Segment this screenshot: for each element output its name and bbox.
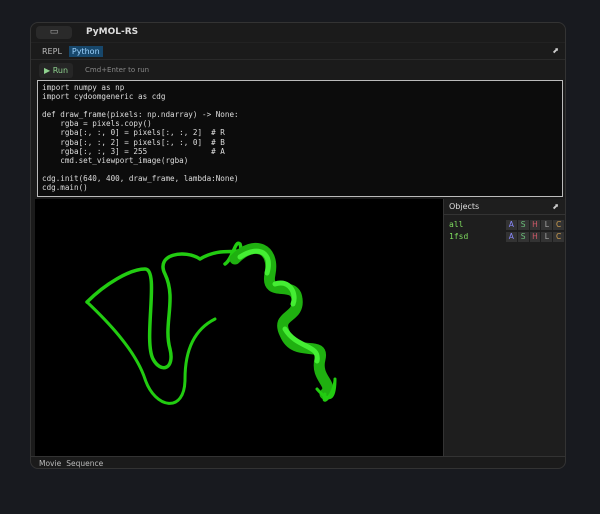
object-action-h-button[interactable]: H [529, 231, 541, 242]
movie-button[interactable]: Movie [39, 459, 61, 468]
run-row: ▶ Run Cmd+Enter to run [31, 60, 565, 80]
window-title: PyMOL-RS [86, 27, 139, 37]
code-line: import cydoomgeneric as cdg [42, 92, 166, 102]
objects-panel: Objects ⬈ all A S H L C 1fsd A S H L C [443, 199, 565, 456]
object-action-h-button[interactable]: H [529, 219, 541, 230]
code-line: rgba[:, :, 2] = pixels[:, :, 0] # B [42, 137, 225, 147]
app-window: ▭ PyMOL-RS REPL Python ⬈ ▶ Run Cmd+Enter… [30, 22, 566, 469]
object-action-a-button[interactable]: A [505, 219, 517, 230]
code-line: rgba[:, :, 0] = pixels[:, :, 2] # R [42, 128, 225, 138]
code-line: import numpy as np [42, 83, 125, 92]
protein-helix-highlight [237, 248, 320, 364]
run-button[interactable]: ▶ Run [39, 62, 74, 78]
bottom-bar: Movie Sequence [31, 456, 565, 468]
run-hint: Cmd+Enter to run [85, 66, 150, 74]
code-editor[interactable]: import numpy as np import cydoomgeneric a… [37, 80, 563, 197]
protein-cartoon [85, 241, 337, 405]
protein-loop [85, 241, 243, 370]
object-action-a-button[interactable]: A [505, 231, 517, 242]
object-action-l-button[interactable]: L [541, 219, 553, 230]
code-line: def draw_frame(pixels: np.ndarray) -> No… [42, 110, 239, 120]
objects-title: Objects [449, 202, 480, 211]
sequence-button[interactable]: Sequence [66, 459, 103, 468]
title-bar: ▭ PyMOL-RS [31, 23, 565, 43]
object-row[interactable]: all A S H L C [444, 219, 565, 230]
object-action-s-button[interactable]: S [517, 219, 529, 230]
objects-header: Objects ⬈ [444, 199, 565, 215]
protein-helix [229, 242, 334, 400]
code-line: cmd.set_viewport_image(rgba) [42, 155, 189, 165]
monitor-icon[interactable]: ▭ [36, 26, 72, 39]
run-label: Run [52, 65, 69, 75]
tab-repl[interactable]: REPL [39, 46, 65, 57]
pin-icon[interactable]: ⬈ [552, 46, 559, 55]
code-line: rgba[:, :, 3] = 255 # A [42, 146, 225, 156]
object-action-c-button[interactable]: C [553, 219, 565, 230]
object-action-s-button[interactable]: S [517, 231, 529, 242]
object-name: all [449, 220, 464, 229]
object-action-c-button[interactable]: C [553, 231, 565, 242]
object-row[interactable]: 1fsd A S H L C [444, 231, 565, 242]
object-action-l-button[interactable]: L [541, 231, 553, 242]
object-name: 1fsd [449, 232, 469, 241]
tab-bar: REPL Python ⬈ [31, 43, 565, 60]
code-line: rgba = pixels.copy() [42, 119, 152, 129]
3d-viewport[interactable] [35, 199, 443, 456]
tab-python[interactable]: Python [68, 45, 103, 57]
code-line: cdg.init(640, 400, draw_frame, lambda:No… [42, 173, 239, 183]
pin-icon[interactable]: ⬈ [552, 202, 559, 211]
code-line: cdg.main() [42, 183, 88, 193]
